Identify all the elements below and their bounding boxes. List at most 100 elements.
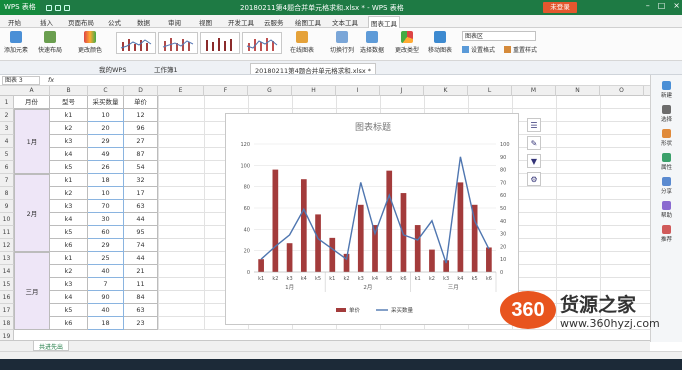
column-header-A[interactable]: A (14, 86, 50, 96)
price-cell[interactable]: 44 (124, 213, 158, 226)
minimize-icon[interactable]: – (646, 1, 650, 10)
column-header-M[interactable]: M (512, 86, 556, 96)
name-box[interactable]: 图表 3 (2, 76, 40, 85)
column-header-O[interactable]: O (600, 86, 644, 96)
price-cell[interactable]: 27 (124, 135, 158, 148)
row-header-18[interactable]: 18 (0, 317, 14, 330)
wps-menu-button[interactable]: WPS 表格 (0, 0, 40, 15)
price-cell[interactable]: 74 (124, 239, 158, 252)
close-icon[interactable]: × (673, 1, 680, 10)
change-color-button[interactable]: 更改颜色 (78, 31, 102, 54)
price-cell[interactable]: 21 (124, 265, 158, 278)
qty-cell[interactable]: 25 (88, 252, 124, 265)
model-cell[interactable]: k4 (50, 148, 88, 161)
qty-cell[interactable]: 40 (88, 304, 124, 317)
column-header-B[interactable]: B (50, 86, 88, 96)
model-cell[interactable]: k6 (50, 239, 88, 252)
table-header-cell[interactable]: 单价 (124, 96, 158, 109)
price-cell[interactable]: 12 (124, 109, 158, 122)
tab-cloud[interactable]: 云服务 (264, 17, 284, 27)
tab-text-tools[interactable]: 文本工具 (332, 17, 358, 27)
undo-icon[interactable] (54, 4, 61, 11)
model-cell[interactable]: k2 (50, 122, 88, 135)
column-header-F[interactable]: F (204, 86, 248, 96)
table-header-cell[interactable]: 采买数量 (88, 96, 124, 109)
price-cell[interactable]: 63 (124, 200, 158, 213)
column-header-G[interactable]: G (248, 86, 292, 96)
fx-label[interactable]: fx (48, 76, 54, 84)
tab-page-layout[interactable]: 页面布局 (68, 17, 94, 27)
qty-cell[interactable]: 26 (88, 161, 124, 174)
column-header-N[interactable]: N (556, 86, 600, 96)
qty-cell[interactable]: 30 (88, 213, 124, 226)
tab-developer[interactable]: 开发工具 (228, 17, 254, 27)
table-header-cell[interactable]: 型号 (50, 96, 88, 109)
column-header-I[interactable]: I (336, 86, 380, 96)
column-header-D[interactable]: D (124, 86, 158, 96)
qty-cell[interactable]: 20 (88, 122, 124, 135)
price-cell[interactable]: 95 (124, 226, 158, 239)
panel-new[interactable]: 新建 (651, 81, 682, 99)
chart-settings-icon[interactable]: ⚙ (527, 172, 541, 186)
chart-filter-icon[interactable]: ▼ (527, 154, 541, 168)
column-header-E[interactable]: E (158, 86, 204, 96)
column-header-H[interactable]: H (292, 86, 336, 96)
chart-elements-icon[interactable]: ☰ (527, 118, 541, 132)
month-merged-cell[interactable]: 2月 (14, 174, 50, 252)
set-format-button[interactable]: 设置格式 (462, 45, 495, 54)
model-cell[interactable]: k3 (50, 278, 88, 291)
chart-style-3[interactable] (200, 32, 240, 54)
price-cell[interactable]: 84 (124, 291, 158, 304)
row-header-3[interactable]: 3 (0, 122, 14, 135)
qty-cell[interactable]: 10 (88, 187, 124, 200)
chart-element-select[interactable]: 图表区 (462, 31, 536, 41)
qty-cell[interactable]: 49 (88, 148, 124, 161)
qty-cell[interactable]: 18 (88, 317, 124, 330)
price-cell[interactable]: 54 (124, 161, 158, 174)
row-header-6[interactable]: 6 (0, 161, 14, 174)
qty-cell[interactable]: 10 (88, 109, 124, 122)
row-header-12[interactable]: 12 (0, 239, 14, 252)
qty-cell[interactable]: 90 (88, 291, 124, 304)
row-header-1[interactable]: 1 (0, 96, 14, 109)
row-header-2[interactable]: 2 (0, 109, 14, 122)
qty-cell[interactable]: 60 (88, 226, 124, 239)
doc-tab-workbook1[interactable]: 工作簿1 (150, 63, 182, 74)
model-cell[interactable]: k1 (50, 109, 88, 122)
model-cell[interactable]: k2 (50, 265, 88, 278)
reset-style-button[interactable]: 重置样式 (504, 45, 537, 54)
tab-insert[interactable]: 插入 (40, 17, 53, 27)
column-header-J[interactable]: J (380, 86, 424, 96)
price-cell[interactable]: 63 (124, 304, 158, 317)
add-element-button[interactable]: 添加元素 (4, 31, 28, 54)
model-cell[interactable]: k4 (50, 213, 88, 226)
online-chart-button[interactable]: 在线图表 (290, 31, 314, 54)
price-cell[interactable]: 23 (124, 317, 158, 330)
model-cell[interactable]: k3 (50, 135, 88, 148)
qty-cell[interactable]: 7 (88, 278, 124, 291)
row-header-16[interactable]: 16 (0, 291, 14, 304)
save-icon[interactable] (45, 4, 52, 11)
qty-cell[interactable]: 70 (88, 200, 124, 213)
model-cell[interactable]: k5 (50, 161, 88, 174)
change-type-button[interactable]: 更改类型 (395, 31, 419, 54)
row-header-13[interactable]: 13 (0, 252, 14, 265)
row-header-11[interactable]: 11 (0, 226, 14, 239)
price-cell[interactable]: 17 (124, 187, 158, 200)
chart-style-4[interactable] (242, 32, 282, 54)
model-cell[interactable]: k5 (50, 304, 88, 317)
price-cell[interactable]: 44 (124, 252, 158, 265)
redo-icon[interactable] (63, 4, 70, 11)
row-header-8[interactable]: 8 (0, 187, 14, 200)
tab-data[interactable]: 数据 (137, 17, 150, 27)
chart-style-2[interactable] (158, 32, 198, 54)
qty-cell[interactable]: 40 (88, 265, 124, 278)
quick-layout-button[interactable]: 快速布局 (38, 31, 62, 54)
model-cell[interactable]: k6 (50, 317, 88, 330)
price-cell[interactable]: 32 (124, 174, 158, 187)
model-cell[interactable]: k1 (50, 252, 88, 265)
panel-help[interactable]: 帮助 (651, 201, 682, 219)
qty-cell[interactable]: 29 (88, 239, 124, 252)
model-cell[interactable]: k5 (50, 226, 88, 239)
login-button[interactable]: 未登录 (543, 2, 577, 13)
